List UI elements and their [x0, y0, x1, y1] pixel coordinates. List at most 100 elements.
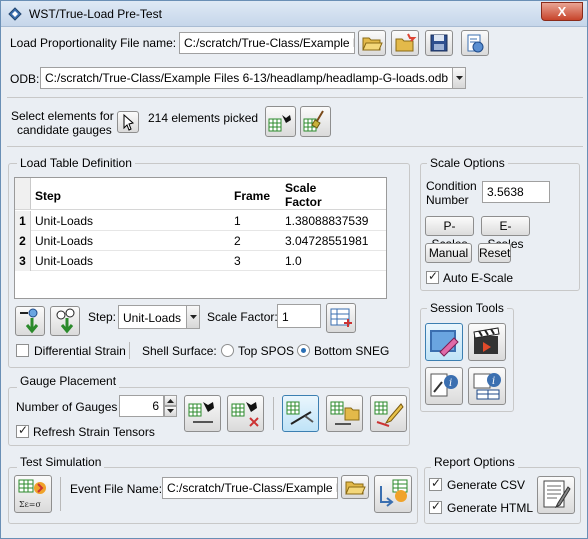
session-tool-1-button[interactable] — [425, 323, 463, 361]
select-label-line1: Select elements for — [11, 109, 114, 123]
odb-select[interactable]: C:/scratch/True-Class/Example Files 6-13… — [40, 67, 466, 89]
elements-picked-text: 214 elements picked — [148, 111, 259, 125]
gauges-grid-icon — [188, 402, 214, 423]
gauges-show-icon — [286, 401, 314, 425]
table-row[interactable]: 1 Unit-Loads 1 1.38088837539 — [15, 211, 386, 231]
test-simulation-title: Test Simulation — [17, 455, 105, 469]
scale-factor-input[interactable]: 1 — [277, 304, 321, 328]
show-gauges-button[interactable] — [282, 395, 319, 432]
table-row[interactable]: 2 Unit-Loads 2 3.04728551981 — [15, 231, 386, 251]
cell-frame: 2 — [234, 234, 241, 248]
info-table-icon: i — [473, 373, 501, 400]
generate-csv-checkbox[interactable] — [429, 476, 442, 491]
edit-gauges-button[interactable] — [370, 395, 407, 432]
clear-selection-button[interactable] — [300, 106, 331, 137]
spin-down-button[interactable] — [164, 406, 177, 417]
event-config-button[interactable] — [374, 475, 412, 513]
e-scales-button[interactable]: E-Scales — [481, 216, 530, 251]
num-gauges-input[interactable]: 6 — [119, 395, 164, 417]
place-gauges-button[interactable] — [184, 395, 221, 432]
new-folder-button[interactable] — [391, 30, 419, 56]
open-folder-button[interactable] — [358, 30, 386, 56]
separator — [60, 477, 61, 511]
load-prop-file-field[interactable]: C:/scratch/True-Class/Example F — [179, 32, 355, 54]
event-file-label: Event File Name: — [70, 482, 163, 496]
report-edit-icon — [543, 480, 571, 509]
differential-strain-checkbox[interactable] — [16, 344, 29, 357]
folder-open-icon — [362, 37, 383, 51]
divider — [7, 146, 583, 147]
import-rows-button[interactable] — [50, 306, 80, 336]
cell-scale: 1.0 — [285, 254, 302, 268]
table-row[interactable]: 3 Unit-Loads 3 1.0 — [15, 251, 386, 271]
load-table[interactable]: Step Frame Scale Factor 1 Unit-Loads 1 1… — [14, 177, 387, 299]
row-number: 1 — [15, 211, 31, 231]
divider — [7, 97, 583, 98]
save-button[interactable] — [425, 30, 453, 56]
gauges-edit-icon — [374, 401, 404, 427]
separator — [129, 342, 130, 359]
chevron-down-icon — [167, 409, 174, 413]
select-label-line2: candidate gauges — [17, 123, 112, 137]
p-scales-button[interactable]: P-Scales — [425, 216, 474, 251]
generate-csv-label: Generate CSV — [447, 478, 526, 492]
event-file-field[interactable]: C:/scratch/True-Class/Example F — [162, 477, 338, 499]
top-spos-radio[interactable] — [221, 344, 234, 357]
odb-value: C:/scratch/True-Class/Example Files 6-13… — [45, 71, 449, 85]
differential-strain-label: Differential Strain — [34, 344, 126, 358]
condition-number-field[interactable]: 3.5638 — [482, 181, 550, 203]
odb-dropdown-button[interactable] — [452, 68, 465, 88]
cursor-arrow-icon — [123, 113, 135, 131]
pick-elements-button[interactable] — [117, 111, 139, 133]
generate-html-checkbox[interactable] — [429, 499, 442, 514]
refresh-strain-checkbox[interactable] — [16, 423, 29, 438]
erase-model-icon — [430, 330, 459, 357]
manual-button[interactable]: Manual — [425, 243, 472, 263]
svg-text:i: i — [449, 378, 452, 389]
cell-step: Unit-Loads — [35, 234, 94, 248]
chevron-up-icon — [167, 399, 174, 403]
chevron-down-icon — [190, 315, 197, 319]
shell-surface-label: Shell Surface: — [142, 344, 217, 358]
add-row-button[interactable] — [15, 306, 45, 336]
load-prop-label: Load Proportionality File name: — [10, 36, 177, 50]
cell-frame: 1 — [234, 214, 241, 228]
step-label: Step: — [88, 310, 117, 324]
num-gauges-label: Number of Gauges — [16, 400, 118, 414]
generate-report-button[interactable] — [537, 476, 575, 514]
odb-label: ODB: — [10, 72, 40, 86]
col-step: Step — [35, 189, 62, 203]
session-tool-3-button[interactable]: i — [425, 367, 463, 405]
step-dropdown-button[interactable] — [186, 306, 199, 328]
refresh-strain-label: Refresh Strain Tensors — [33, 425, 155, 439]
col-scale-factor: Scale Factor — [285, 181, 322, 209]
cell-frame: 3 — [234, 254, 241, 268]
config-button[interactable] — [461, 30, 489, 56]
generate-html-label: Generate HTML — [447, 501, 534, 515]
cell-step: Unit-Loads — [35, 254, 94, 268]
bottom-sneg-label: Bottom SNEG — [314, 344, 390, 358]
folder-new-icon — [395, 33, 417, 52]
auto-e-scale-checkbox[interactable] — [426, 269, 439, 284]
col-frame: Frame — [234, 189, 271, 203]
run-simulation-button[interactable]: Σε=σ — [14, 475, 52, 513]
folder-open-icon — [345, 481, 366, 495]
close-button[interactable]: X — [541, 2, 583, 21]
spin-up-button[interactable] — [164, 395, 177, 406]
svg-text:Σε=σ: Σε=σ — [19, 500, 42, 509]
session-tool-4-button[interactable]: i — [468, 367, 506, 405]
delete-gauges-button[interactable] — [227, 395, 264, 432]
export-gauges-button[interactable] — [326, 395, 363, 432]
app-icon — [8, 7, 22, 21]
condition-label-1: Condition — [426, 179, 477, 193]
insert-row-icon — [20, 308, 39, 334]
title-bar: WST/True-Load Pre-Test X — [1, 1, 587, 27]
browse-event-button[interactable] — [341, 475, 369, 499]
row-number: 3 — [15, 251, 31, 271]
reset-button[interactable]: Reset — [478, 243, 511, 263]
apply-scale-button[interactable] — [326, 303, 356, 333]
highlight-elements-button[interactable] — [265, 106, 296, 137]
session-tool-2-button[interactable] — [468, 323, 506, 361]
separator — [273, 397, 274, 430]
bottom-sneg-radio[interactable] — [297, 344, 310, 357]
